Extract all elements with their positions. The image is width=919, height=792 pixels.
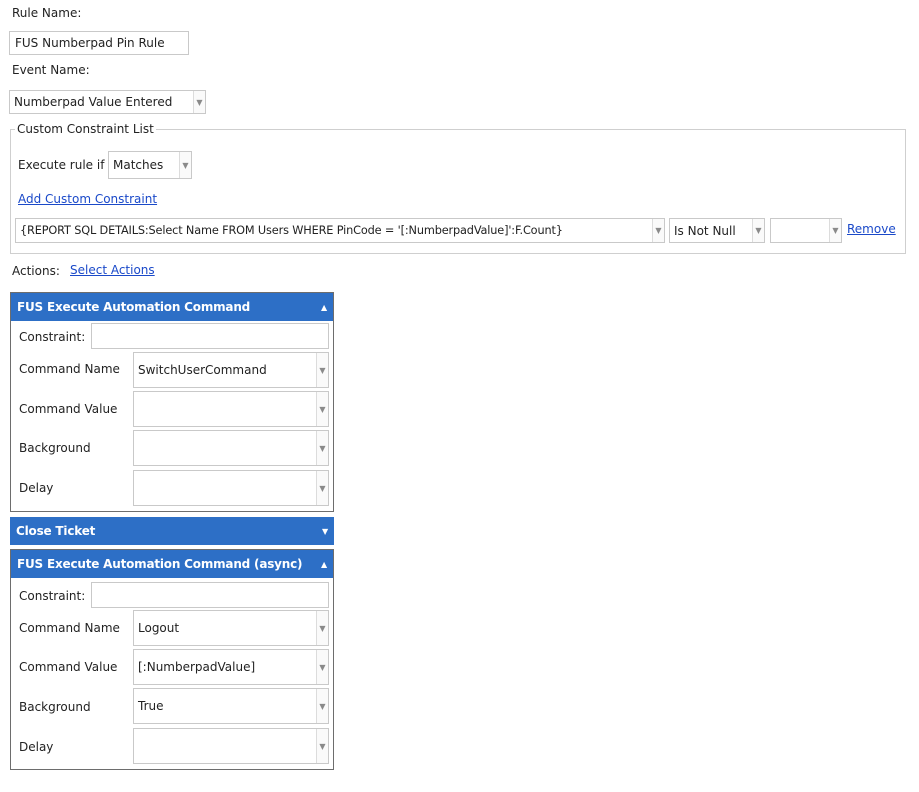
command-value-select[interactable]: ▼ <box>133 391 329 427</box>
action-panel-title: Close Ticket <box>16 524 96 538</box>
constraint-value-select[interactable]: ▼ <box>770 218 842 243</box>
chevron-down-icon[interactable]: ▼ <box>316 689 328 723</box>
delay-label: Delay <box>19 481 54 495</box>
chevron-down-icon[interactable]: ▼ <box>829 219 841 242</box>
chevron-down-icon[interactable]: ▼ <box>316 392 328 426</box>
command-value-select[interactable]: [:NumberpadValue] ▼ <box>133 649 329 685</box>
chevron-down-icon[interactable]: ▼ <box>752 219 764 242</box>
event-name-select[interactable]: Numberpad Value Entered ▼ <box>9 90 206 114</box>
background-select[interactable]: True ▼ <box>133 688 329 724</box>
chevron-down-icon[interactable]: ▼ <box>316 729 328 763</box>
action-constraint-input[interactable] <box>91 323 329 349</box>
action-panel-close-ticket[interactable]: Close Ticket ▼ <box>10 517 334 545</box>
command-value-label: Command Value <box>19 660 118 674</box>
background-label: Background <box>19 700 91 714</box>
collapse-icon[interactable]: ▲ <box>321 303 327 312</box>
chevron-down-icon[interactable]: ▼ <box>316 611 328 645</box>
delay-label: Delay <box>19 740 54 754</box>
rule-name-label: Rule Name: <box>12 6 82 20</box>
command-name-select[interactable]: Logout ▼ <box>133 610 329 646</box>
action-constraint-input[interactable] <box>91 582 329 608</box>
delay-select[interactable]: ▼ <box>133 470 329 506</box>
chevron-down-icon[interactable]: ▼ <box>652 219 664 242</box>
background-label: Background <box>19 441 91 455</box>
constraint-expression-value: {REPORT SQL DETAILS:Select Name FROM Use… <box>20 224 563 237</box>
chevron-down-icon[interactable]: ▼ <box>193 91 205 113</box>
rule-name-input[interactable]: FUS Numberpad Pin Rule <box>9 31 189 55</box>
delay-select[interactable]: ▼ <box>133 728 329 764</box>
command-name-value: SwitchUserCommand <box>138 363 267 377</box>
actions-label: Actions: <box>12 264 60 278</box>
event-name-value: Numberpad Value Entered <box>14 95 173 109</box>
command-name-select[interactable]: SwitchUserCommand ▼ <box>133 352 329 388</box>
constraint-label: Constraint: <box>19 330 86 344</box>
action-panel-title: FUS Execute Automation Command (async) <box>17 557 303 571</box>
action-panel-header[interactable]: FUS Execute Automation Command (async) ▲ <box>11 550 333 578</box>
event-name-label: Event Name: <box>12 63 90 77</box>
command-value-value: [:NumberpadValue] <box>138 660 256 674</box>
collapse-icon[interactable]: ▲ <box>321 560 327 569</box>
execute-rule-value: Matches <box>113 158 164 172</box>
chevron-down-icon[interactable]: ▼ <box>316 353 328 387</box>
chevron-down-icon[interactable]: ▼ <box>316 650 328 684</box>
add-custom-constraint-link[interactable]: Add Custom Constraint <box>18 192 157 206</box>
select-actions-link[interactable]: Select Actions <box>70 263 155 277</box>
chevron-down-icon[interactable]: ▼ <box>316 431 328 465</box>
remove-constraint-link[interactable]: Remove <box>847 222 896 236</box>
constraint-expression-select[interactable]: {REPORT SQL DETAILS:Select Name FROM Use… <box>15 218 665 243</box>
custom-constraint-legend: Custom Constraint List <box>17 122 154 136</box>
constraint-label: Constraint: <box>19 589 86 603</box>
background-select[interactable]: ▼ <box>133 430 329 466</box>
execute-rule-label: Execute rule if <box>18 158 105 172</box>
execute-rule-select[interactable]: Matches ▼ <box>108 151 192 179</box>
command-name-label: Command Name <box>19 362 120 376</box>
chevron-down-icon[interactable]: ▼ <box>316 471 328 505</box>
expand-icon[interactable]: ▼ <box>322 527 328 536</box>
constraint-operation-select[interactable]: Is Not Null ▼ <box>669 218 765 243</box>
constraint-operation-value: Is Not Null <box>674 223 736 238</box>
action-panel-header[interactable]: FUS Execute Automation Command ▲ <box>11 293 333 321</box>
command-name-value: Logout <box>138 621 180 635</box>
command-value-label: Command Value <box>19 402 118 416</box>
command-name-label: Command Name <box>19 621 120 635</box>
background-value: True <box>138 699 164 713</box>
action-panel-title: FUS Execute Automation Command <box>17 300 251 314</box>
chevron-down-icon[interactable]: ▼ <box>179 152 191 178</box>
